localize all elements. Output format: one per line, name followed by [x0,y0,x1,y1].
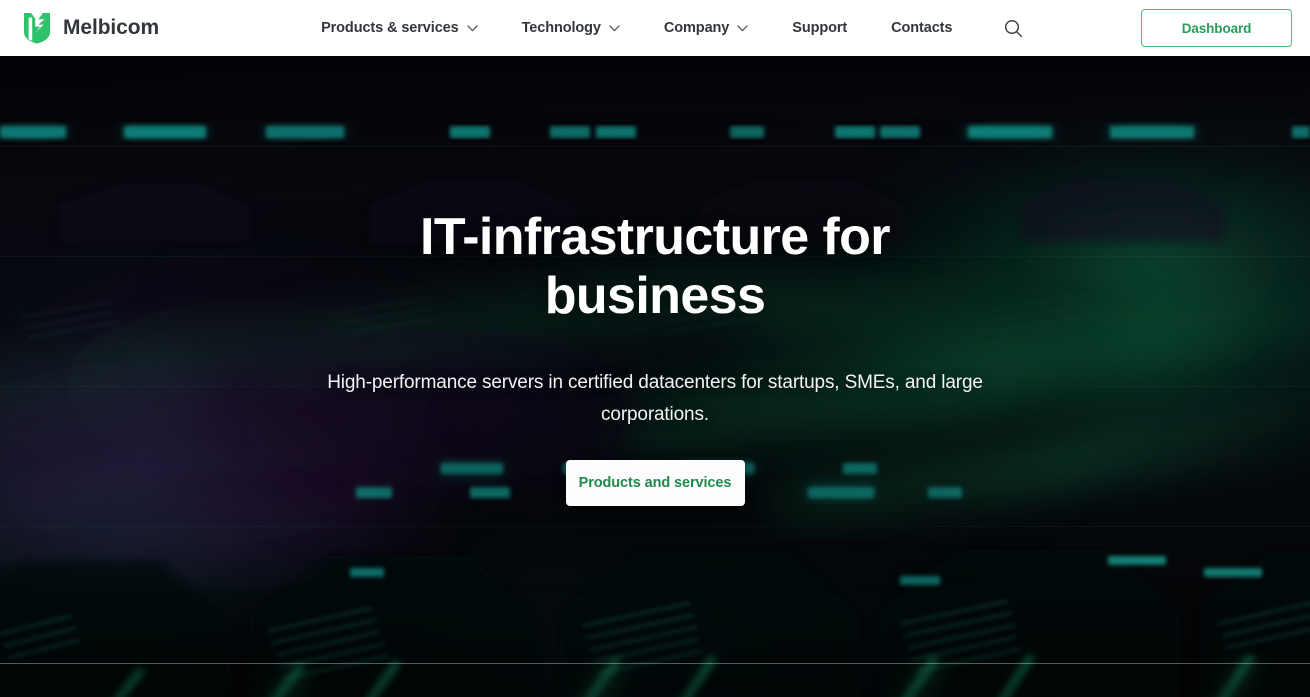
hero-section: IT-infrastructure for business High-perf… [0,56,1310,697]
nav-item-technology[interactable]: Technology [500,0,642,56]
brand-name: Melbicom [63,16,160,39]
dashboard-button[interactable]: Dashboard [1141,9,1292,47]
nav-label: Contacts [891,20,953,36]
products-and-services-button[interactable]: Products and services [565,460,745,506]
search-button[interactable] [996,11,1030,45]
melbicom-shield-logo-icon [24,13,50,44]
nav-label: Technology [521,20,601,36]
nav-label: Products & services [321,20,459,36]
search-icon [1004,19,1023,37]
nav-label: Company [663,20,730,36]
hero-divider-line [0,663,1310,664]
hero-background-image [0,56,1310,697]
chevron-down-icon [737,24,748,31]
brand-logo-link[interactable]: Melbicom [22,12,159,44]
main-navigation: Products & services Technology Company S… [299,0,1030,56]
site-header: Melbicom Products & services Technology … [0,0,1310,56]
nav-item-company[interactable]: Company [642,0,770,56]
chevron-down-icon [466,24,478,31]
nav-label: Support [792,20,848,36]
nav-item-products-services[interactable]: Products & services [299,0,500,56]
chevron-down-icon [609,24,620,31]
nav-item-support[interactable]: Support [770,0,869,56]
nav-item-contacts[interactable]: Contacts [869,0,974,56]
